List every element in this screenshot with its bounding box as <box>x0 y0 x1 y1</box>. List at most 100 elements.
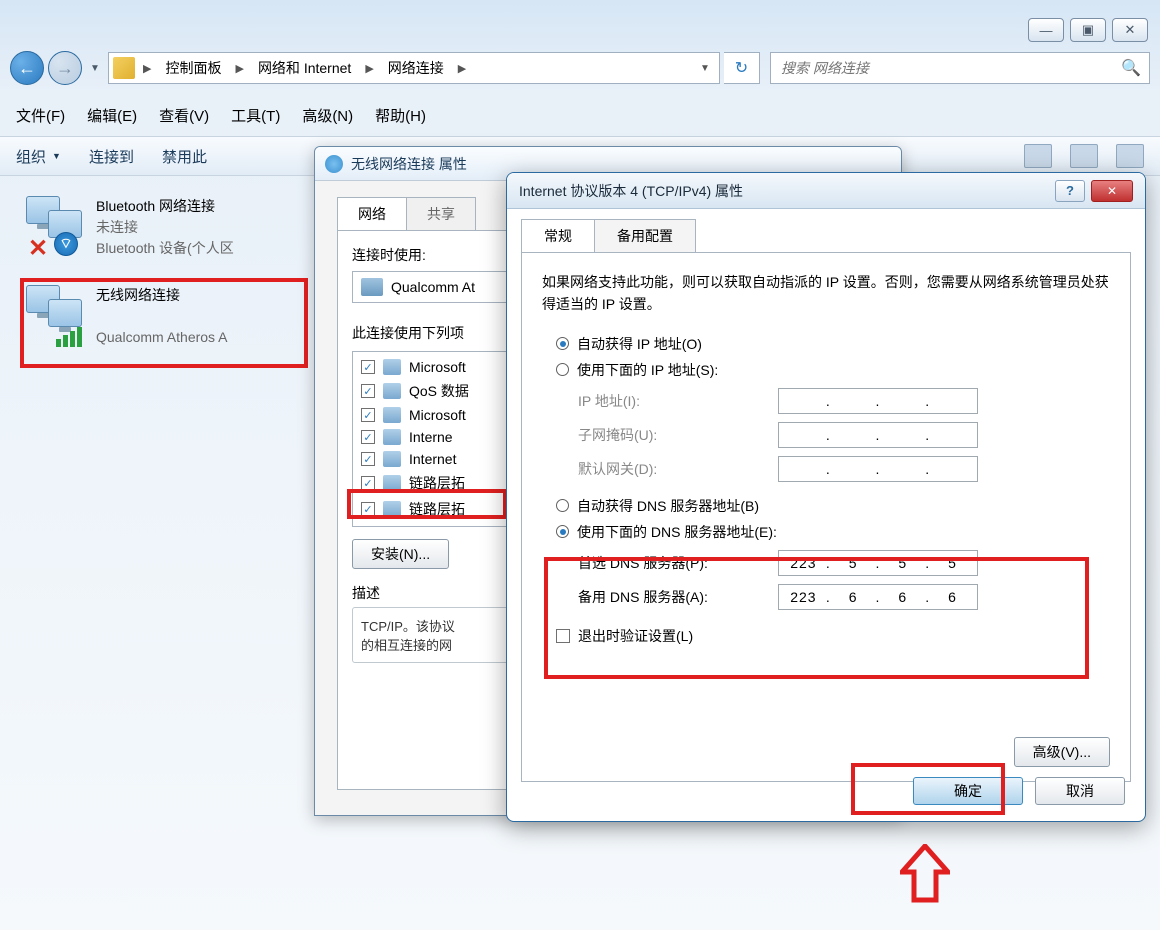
window-minimize-button[interactable]: — <box>1028 18 1064 42</box>
checkbox-icon[interactable]: ✓ <box>361 452 375 466</box>
subnet-label: 子网掩码(U): <box>578 425 778 445</box>
checkbox-icon[interactable]: ✓ <box>361 384 375 398</box>
disconnected-x-icon: ✕ <box>28 234 50 256</box>
help-icon[interactable] <box>1116 144 1144 168</box>
tab-alternate[interactable]: 备用配置 <box>594 219 696 252</box>
bluetooth-icon: ⌔ <box>54 232 78 256</box>
radio-dns-manual[interactable]: 使用下面的 DNS 服务器地址(E): <box>556 522 1110 542</box>
signal-bars-icon <box>56 327 82 347</box>
connection-status <box>96 306 228 327</box>
radio-ip-auto[interactable]: 自动获得 IP 地址(O) <box>556 334 1110 354</box>
connection-driver: Bluetooth 设备(个人区 <box>96 238 234 259</box>
dns1-label: 首选 DNS 服务器(P): <box>578 553 778 573</box>
checkbox-icon[interactable] <box>556 629 570 643</box>
checkbox-icon[interactable]: ✓ <box>361 476 375 490</box>
nav-history-dropdown[interactable]: ▼ <box>86 53 104 83</box>
ip-address-label: IP 地址(I): <box>578 391 778 411</box>
protocol-icon <box>383 383 401 399</box>
back-button[interactable]: ← <box>10 51 44 85</box>
breadcrumb[interactable]: ▶ 控制面板 ▶ 网络和 Internet ▶ 网络连接 ▶ ▼ <box>108 52 720 84</box>
protocol-icon <box>383 451 401 467</box>
window-controls: — ▣ ✕ <box>1028 18 1148 42</box>
protocol-icon <box>383 359 401 375</box>
menu-help[interactable]: 帮助(H) <box>375 105 426 126</box>
radio-icon <box>556 499 569 512</box>
menu-edit[interactable]: 编辑(E) <box>87 105 137 126</box>
dialog-title-bar[interactable]: Internet 协议版本 4 (TCP/IPv4) 属性 ? ✕ <box>507 173 1145 209</box>
dns2-input[interactable]: 223. 6. 6. 6 <box>778 584 978 610</box>
window-maximize-button[interactable]: ▣ <box>1070 18 1106 42</box>
install-button[interactable]: 安装(N)... <box>352 539 449 569</box>
search-box[interactable]: 🔍 <box>770 52 1150 84</box>
connection-status: 未连接 <box>96 217 234 238</box>
radio-icon <box>556 525 569 538</box>
bluetooth-connection-icon: ✕ ⌔ <box>26 196 86 254</box>
gateway-label: 默认网关(D): <box>578 459 778 479</box>
search-icon[interactable]: 🔍 <box>1121 58 1141 78</box>
radio-icon <box>556 363 569 376</box>
navigation-bar: ← → ▼ ▶ 控制面板 ▶ 网络和 Internet ▶ 网络连接 ▶ ▼ ↻… <box>10 48 1150 88</box>
tab-general[interactable]: 常规 <box>521 219 595 252</box>
toolbar-connect[interactable]: 连接到 <box>89 146 134 167</box>
protocol-icon <box>383 501 401 517</box>
tab-strip: 常规 备用配置 <box>521 219 1131 252</box>
connection-title: 无线网络连接 <box>96 285 228 306</box>
preview-pane-icon[interactable] <box>1070 144 1098 168</box>
breadcrumb-item[interactable]: 控制面板 <box>159 54 227 82</box>
chevron-right-icon[interactable]: ▶ <box>229 62 249 75</box>
menu-tools[interactable]: 工具(T) <box>231 105 280 126</box>
chevron-right-icon[interactable]: ▶ <box>452 62 472 75</box>
forward-button[interactable]: → <box>48 51 82 85</box>
toolbar-organize[interactable]: 组织▼ <box>16 146 61 167</box>
advanced-button[interactable]: 高级(V)... <box>1014 737 1110 767</box>
tab-sharing[interactable]: 共享 <box>406 197 476 230</box>
folder-icon <box>113 57 135 79</box>
menu-advanced[interactable]: 高级(N) <box>302 105 353 126</box>
refresh-button[interactable]: ↻ <box>724 52 760 84</box>
menu-view[interactable]: 查看(V) <box>159 105 209 126</box>
breadcrumb-dropdown[interactable]: ▼ <box>695 63 715 74</box>
radio-ip-manual[interactable]: 使用下面的 IP 地址(S): <box>556 360 1110 380</box>
pointer-arrow-icon <box>900 844 950 904</box>
protocol-icon <box>383 475 401 491</box>
checkbox-icon[interactable]: ✓ <box>361 430 375 444</box>
help-button[interactable]: ? <box>1055 180 1085 202</box>
radio-dns-auto[interactable]: 自动获得 DNS 服务器地址(B) <box>556 496 1110 516</box>
validate-label: 退出时验证设置(L) <box>578 626 693 646</box>
dns2-label: 备用 DNS 服务器(A): <box>578 587 778 607</box>
checkbox-icon[interactable]: ✓ <box>361 360 375 374</box>
view-options-icon[interactable] <box>1024 144 1052 168</box>
chevron-right-icon[interactable]: ▶ <box>359 62 379 75</box>
tab-panel-general: 如果网络支持此功能，则可以获取自动指派的 IP 设置。否则，您需要从网络系统管理… <box>521 252 1131 782</box>
search-input[interactable] <box>779 59 1121 77</box>
dns1-input[interactable]: 223. 5. 5. 5 <box>778 550 978 576</box>
menu-file[interactable]: 文件(F) <box>16 105 65 126</box>
cancel-button[interactable]: 取消 <box>1035 777 1125 805</box>
ipv4-properties-dialog: Internet 协议版本 4 (TCP/IPv4) 属性 ? ✕ 常规 备用配… <box>506 172 1146 822</box>
connection-title: Bluetooth 网络连接 <box>96 196 234 217</box>
breadcrumb-item[interactable]: 网络连接 <box>382 54 450 82</box>
validate-checkbox-row[interactable]: 退出时验证设置(L) <box>556 626 1110 646</box>
connection-item-bluetooth[interactable]: ✕ ⌔ Bluetooth 网络连接 未连接 Bluetooth 设备(个人区 <box>22 188 312 267</box>
breadcrumb-item[interactable]: 网络和 Internet <box>252 54 357 82</box>
dialog-title: 无线网络连接 属性 <box>351 154 467 174</box>
info-text: 如果网络支持此功能，则可以获取自动指派的 IP 设置。否则，您需要从网络系统管理… <box>542 271 1110 316</box>
protocol-icon <box>383 429 401 445</box>
protocol-icon <box>383 407 401 423</box>
chevron-right-icon[interactable]: ▶ <box>137 62 157 75</box>
dialog-footer: 确定 取消 <box>913 777 1125 805</box>
wifi-connection-icon <box>26 285 86 343</box>
close-button[interactable]: ✕ <box>1091 180 1133 202</box>
connection-item-wifi[interactable]: 无线网络连接 Qualcomm Atheros A <box>22 277 312 356</box>
adapter-icon <box>361 278 383 296</box>
toolbar-disable[interactable]: 禁用此 <box>162 146 207 167</box>
checkbox-icon[interactable]: ✓ <box>361 408 375 422</box>
connection-driver: Qualcomm Atheros A <box>96 327 228 348</box>
gateway-input: ... <box>778 456 978 482</box>
window-close-button[interactable]: ✕ <box>1112 18 1148 42</box>
tab-network[interactable]: 网络 <box>337 197 407 230</box>
ok-button[interactable]: 确定 <box>913 777 1023 805</box>
connection-list: ✕ ⌔ Bluetooth 网络连接 未连接 Bluetooth 设备(个人区 … <box>22 188 312 356</box>
checkbox-icon[interactable]: ✓ <box>361 502 375 516</box>
menu-bar: 文件(F) 编辑(E) 查看(V) 工具(T) 高级(N) 帮助(H) <box>16 100 1144 130</box>
